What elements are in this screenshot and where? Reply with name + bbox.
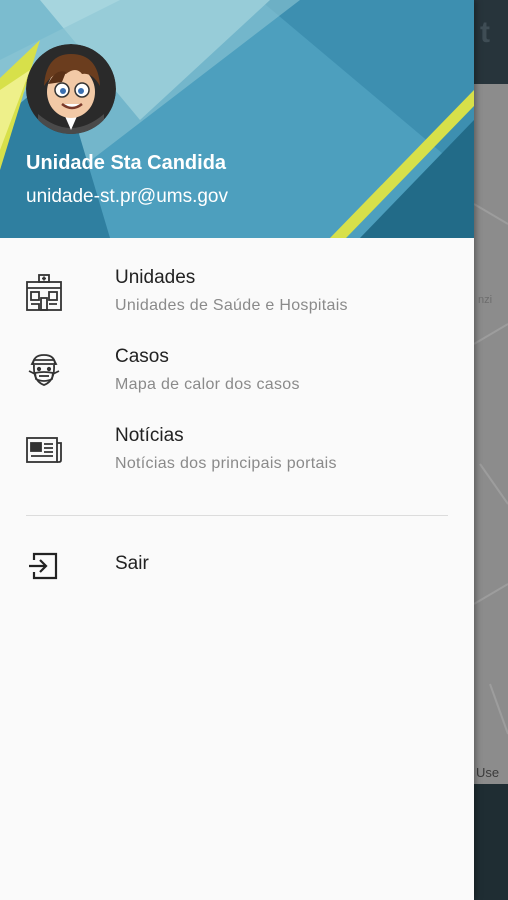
newspaper-icon: [24, 430, 64, 470]
menu-item-noticias-title: Notícias: [115, 425, 184, 446]
map-label-bottom: Use: [476, 765, 500, 780]
navigation-drawer[interactable]: Unidade Sta Candida unidade-st.pr@ums.go…: [0, 0, 474, 900]
menu-item-casos-title: Casos: [115, 346, 169, 367]
drawer-header: Unidade Sta Candida unidade-st.pr@ums.go…: [0, 0, 474, 238]
map-label-top: nzi: [478, 294, 493, 306]
cartoon-avatar-icon: [26, 44, 116, 134]
drawer-menu: Unidades Unidades de Saúde e Hospitais C…: [0, 238, 474, 580]
menu-item-casos-subtitle: Mapa de calor dos casos: [115, 376, 300, 393]
background-toolbar-title: t: [480, 16, 490, 49]
logout-label: Sair: [115, 553, 149, 574]
building-icon: [24, 272, 64, 312]
menu-item-unidades-title: Unidades: [115, 267, 196, 288]
avatar[interactable]: [26, 44, 116, 134]
user-email: unidade-st.pr@ums.gov: [26, 186, 228, 207]
exit-icon: [26, 548, 62, 584]
menu-item-noticias-subtitle: Notícias dos principais portais: [115, 455, 337, 472]
menu-item-casos[interactable]: Casos Mapa de calor dos casos: [0, 317, 474, 396]
menu-item-unidades[interactable]: Unidades Unidades de Saúde e Hospitais: [0, 238, 474, 317]
menu-divider: [26, 515, 448, 516]
menu-item-unidades-subtitle: Unidades de Saúde e Hospitais: [115, 297, 348, 314]
user-name: Unidade Sta Candida: [26, 152, 227, 174]
menu-item-noticias[interactable]: Notícias Notícias dos principais portais: [0, 396, 474, 475]
logout-button[interactable]: Sair: [0, 538, 474, 594]
masked-face-icon: [24, 351, 64, 391]
